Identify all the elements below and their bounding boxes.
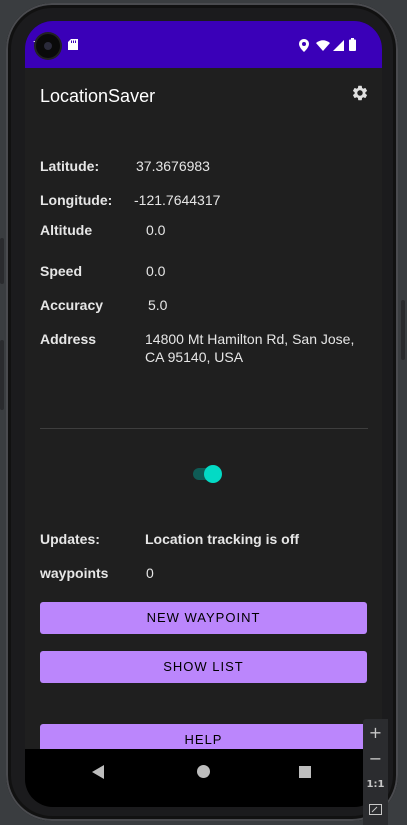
altitude-value: 0.0 — [146, 222, 166, 238]
main-content: Latitude: 37.3676983 Longitude: -121.764… — [25, 124, 382, 756]
new-waypoint-button[interactable]: NEW WAYPOINT — [40, 602, 367, 634]
latitude-label: Latitude: — [40, 158, 100, 174]
accuracy-label: Accuracy — [40, 297, 104, 313]
device-screen: 7 LocationSaver Latitude: 37.367 — [25, 21, 382, 807]
waypoints-value: 0 — [146, 565, 154, 581]
power-button — [0, 238, 4, 284]
home-icon[interactable] — [197, 765, 210, 778]
gear-icon[interactable] — [351, 84, 369, 102]
latitude-value: 37.3676983 — [136, 158, 210, 174]
longitude-value: -121.7644317 — [134, 192, 221, 208]
wifi-icon — [316, 40, 330, 51]
navigation-bar — [25, 749, 382, 807]
show-list-button[interactable]: SHOW LIST — [40, 651, 367, 683]
location-pin-icon — [299, 39, 309, 52]
waypoints-label: waypoints — [40, 565, 109, 581]
zoom-in-button[interactable]: + — [363, 723, 388, 742]
address-line1: 14800 Mt Hamilton Rd, San Jose, — [145, 331, 355, 347]
updates-value: Location tracking is off — [145, 531, 300, 547]
back-icon[interactable] — [92, 765, 104, 779]
recents-icon[interactable] — [299, 766, 311, 778]
volume-button — [0, 340, 4, 410]
status-bar: 7 — [25, 21, 382, 68]
speed-label: Speed — [40, 263, 83, 279]
zoom-controls: + − 1:1 — [363, 719, 388, 825]
side-key-right — [401, 300, 405, 360]
switch-thumb — [204, 465, 222, 483]
accuracy-value: 5.0 — [148, 297, 168, 313]
address-label: Address — [40, 331, 97, 347]
altitude-label: Altitude — [40, 222, 93, 238]
battery-icon — [349, 38, 356, 51]
location-updates-switch[interactable] — [193, 465, 223, 483]
app-title: LocationSaver — [40, 86, 156, 106]
longitude-label: Longitude: — [40, 192, 113, 208]
address-line2: CA 95140, USA — [145, 349, 244, 365]
zoom-out-button[interactable]: − — [363, 749, 388, 768]
divider — [40, 428, 368, 429]
fit-screen-icon[interactable] — [369, 804, 382, 815]
sd-card-icon — [68, 39, 78, 50]
speed-value: 0.0 — [146, 263, 166, 279]
app-bar: LocationSaver — [25, 68, 382, 124]
signal-icon — [333, 40, 344, 51]
front-camera — [36, 34, 60, 58]
zoom-actual-size-button[interactable]: 1:1 — [363, 779, 388, 790]
updates-label: Updates: — [40, 531, 100, 547]
